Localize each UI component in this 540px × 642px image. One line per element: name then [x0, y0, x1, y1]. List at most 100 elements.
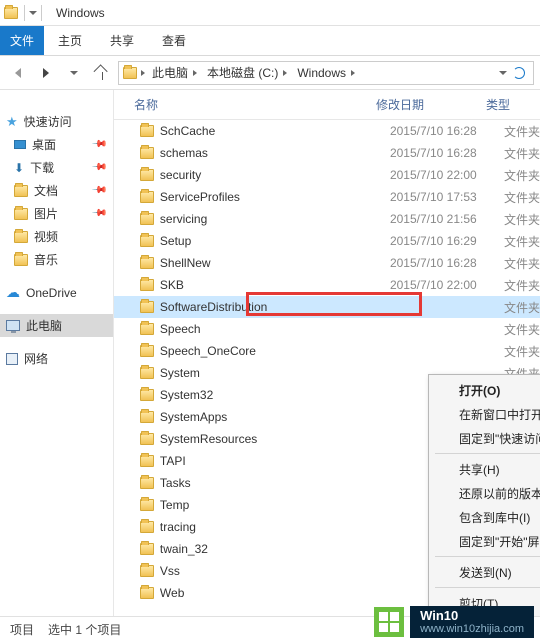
file-name: SoftwareDistribution [160, 300, 390, 314]
file-name: Tasks [160, 476, 390, 490]
file-date: 2015/7/10 16:28 [390, 124, 504, 138]
network-icon [6, 353, 18, 365]
ribbon-tabs: 文件 主页 共享 查看 [0, 26, 540, 56]
refresh-icon[interactable] [513, 67, 525, 79]
ctx-pin-start[interactable]: 固定到"开始"屏幕(P) [429, 529, 540, 553]
file-row[interactable]: Setup2015/7/10 16:29文件夹 [114, 230, 540, 252]
folder-icon [140, 565, 154, 577]
file-name: ServiceProfiles [160, 190, 390, 204]
file-date: 2015/7/10 22:00 [390, 278, 504, 292]
file-name: Speech [160, 322, 390, 336]
arrow-left-icon [15, 68, 21, 78]
tab-view[interactable]: 查看 [148, 26, 200, 55]
status-items: 项目 [10, 621, 34, 638]
file-name: Setup [160, 234, 390, 248]
file-type: 文件夹 [504, 233, 540, 250]
folder-icon [14, 254, 28, 266]
recent-dropdown[interactable] [62, 61, 86, 85]
file-type: 文件夹 [504, 277, 540, 294]
chevron-right-icon [141, 70, 145, 76]
col-type[interactable]: 类型 [486, 96, 510, 113]
file-row[interactable]: ShellNew2015/7/10 16:28文件夹 [114, 252, 540, 274]
ctx-send-to[interactable]: 发送到(N) [429, 560, 540, 584]
nav-documents[interactable]: 文档📌 [0, 179, 113, 202]
nav-videos[interactable]: 视频 [0, 225, 113, 248]
window-title: Windows [56, 6, 105, 20]
crumb-windows[interactable]: Windows [294, 66, 360, 80]
file-date: 2015/7/10 16:29 [390, 234, 504, 248]
star-icon: ★ [6, 114, 18, 130]
nav-this-pc[interactable]: 此电脑 [0, 314, 113, 337]
file-name: twain_32 [160, 542, 390, 556]
file-type: 文件夹 [504, 145, 540, 162]
file-name: System32 [160, 388, 390, 402]
folder-icon [140, 235, 154, 247]
nav-network[interactable]: 网络 [0, 347, 113, 370]
column-headers[interactable]: 名称 修改日期 类型 [114, 90, 540, 120]
watermark: Win10 www.win10zhijia.com [374, 606, 534, 638]
breadcrumb-bar[interactable]: 此电脑 本地磁盘 (C:) Windows [118, 61, 534, 85]
crumb-drive[interactable]: 本地磁盘 (C:) [204, 64, 292, 81]
folder-icon [140, 367, 154, 379]
file-date: 2015/7/10 17:53 [390, 190, 504, 204]
nav-pictures[interactable]: 图片📌 [0, 202, 113, 225]
folder-icon [140, 323, 154, 335]
ctx-pin-quick[interactable]: 固定到"快速访问" [429, 426, 540, 450]
file-row[interactable]: SoftwareDistribution文件夹 [114, 296, 540, 318]
file-row[interactable]: ServiceProfiles2015/7/10 17:53文件夹 [114, 186, 540, 208]
nav-quick-access[interactable]: ★快速访问 [0, 110, 113, 133]
qat-dropdown-icon[interactable] [29, 11, 37, 15]
app-icon [4, 7, 18, 19]
ctx-open[interactable]: 打开(O) [429, 378, 540, 402]
forward-button[interactable] [34, 61, 58, 85]
folder-icon [140, 587, 154, 599]
address-bar-row: 此电脑 本地磁盘 (C:) Windows [0, 56, 540, 90]
folder-icon [140, 543, 154, 555]
file-name: SKB [160, 278, 390, 292]
crumb-thispc[interactable]: 此电脑 [149, 64, 202, 81]
watermark-logo [374, 607, 404, 637]
folder-icon [140, 389, 154, 401]
tab-file[interactable]: 文件 [0, 26, 44, 55]
ctx-include-library[interactable]: 包含到库中(I) [429, 505, 540, 529]
nav-music[interactable]: 音乐 [0, 248, 113, 271]
pin-icon: 📌 [90, 205, 107, 222]
ctx-share[interactable]: 共享(H) [429, 457, 540, 481]
file-name: SystemApps [160, 410, 390, 424]
addr-dropdown-icon[interactable] [499, 71, 507, 75]
file-row[interactable]: Speech 文件夹 [114, 318, 540, 340]
file-type: 文件夹 [504, 255, 540, 272]
tab-share[interactable]: 共享 [96, 26, 148, 55]
folder-icon [140, 191, 154, 203]
ctx-open-new-window[interactable]: 在新窗口中打开(E) [429, 402, 540, 426]
up-button[interactable] [90, 61, 114, 85]
nav-desktop[interactable]: 桌面📌 [0, 133, 113, 156]
ctx-restore-prev[interactable]: 还原以前的版本(V) [429, 481, 540, 505]
col-name[interactable]: 名称 [134, 96, 376, 113]
col-date[interactable]: 修改日期 [376, 96, 486, 113]
folder-icon [140, 147, 154, 159]
file-name: TAPI [160, 454, 390, 468]
file-row[interactable]: SchCache2015/7/10 16:28文件夹 [114, 120, 540, 142]
nav-downloads[interactable]: ⬇下载📌 [0, 156, 113, 179]
file-row[interactable]: servicing2015/7/10 21:56文件夹 [114, 208, 540, 230]
folder-icon [140, 433, 154, 445]
file-row[interactable]: SKB2015/7/10 22:00文件夹 [114, 274, 540, 296]
file-row[interactable]: schemas2015/7/10 16:28文件夹 [114, 142, 540, 164]
file-name: System [160, 366, 390, 380]
nav-onedrive[interactable]: ☁OneDrive [0, 281, 113, 304]
tab-home[interactable]: 主页 [44, 26, 96, 55]
folder-icon [140, 411, 154, 423]
folder-icon [140, 455, 154, 467]
folder-icon [140, 257, 154, 269]
ctx-separator [435, 556, 540, 557]
file-name: ShellNew [160, 256, 390, 270]
file-type: 文件夹 [504, 211, 540, 228]
file-type: 文件夹 [504, 123, 540, 140]
file-row[interactable]: security2015/7/10 22:00文件夹 [114, 164, 540, 186]
download-icon: ⬇ [14, 161, 24, 175]
file-type: 文件夹 [504, 321, 540, 338]
back-button[interactable] [6, 61, 30, 85]
pin-icon: 📌 [90, 136, 107, 153]
file-row[interactable]: Speech_OneCore文件夹 [114, 340, 540, 362]
